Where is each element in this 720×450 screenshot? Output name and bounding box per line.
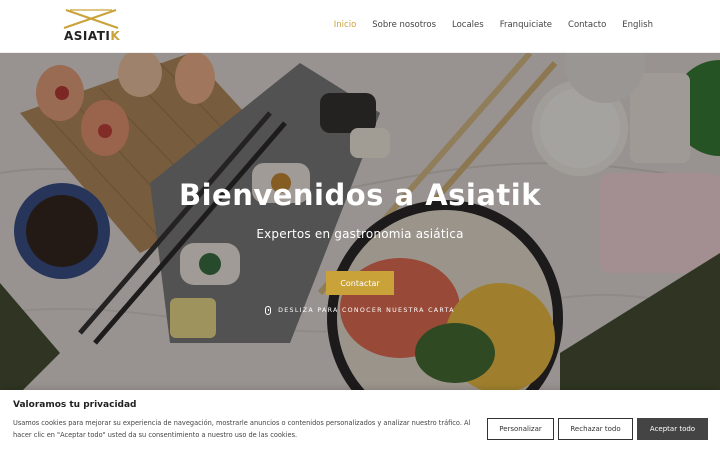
- logo-accent-letter: K: [110, 29, 121, 43]
- logo-text: ASIATIK: [64, 29, 120, 43]
- contactar-button[interactable]: Contactar: [326, 271, 394, 295]
- cookie-description: Usamos cookies para mejorar su experienc…: [13, 419, 471, 439]
- nav-franquiciate[interactable]: Franquiciate: [500, 20, 552, 30]
- nav-sobre-nosotros[interactable]: Sobre nosotros: [372, 20, 436, 30]
- hero-title: Bienvenidos a Asiatik: [178, 178, 542, 212]
- hero-section: Bienvenidos a Asiatik Expertos en gastro…: [0, 53, 720, 393]
- hero-subtitle: Expertos en gastronomia asiática: [256, 227, 464, 241]
- mouse-scroll-icon: [265, 306, 272, 315]
- main-nav: Inicio Sobre nosotros Locales Franquicia…: [334, 20, 653, 30]
- site-header: ASIATIK Inicio Sobre nosotros Locales Fr…: [0, 0, 720, 53]
- logo-name: ASIATI: [64, 29, 111, 43]
- scroll-hint-text: Desliza para conocer nuestra carta: [278, 307, 455, 314]
- scroll-hint[interactable]: Desliza para conocer nuestra carta: [0, 306, 720, 315]
- nav-contacto[interactable]: Contacto: [568, 20, 606, 30]
- reject-all-button[interactable]: Rechazar todo: [558, 418, 633, 440]
- hero-dark-overlay: [0, 53, 720, 393]
- cookie-consent-banner: Valoramos tu privacidad Usamos cookies p…: [0, 390, 720, 450]
- customize-cookies-button[interactable]: Personalizar: [487, 418, 554, 440]
- nav-english[interactable]: English: [622, 20, 653, 30]
- nav-locales[interactable]: Locales: [452, 20, 484, 30]
- asiatik-logo[interactable]: ASIATIK: [60, 8, 122, 44]
- cookie-title: Valoramos tu privacidad: [13, 400, 137, 410]
- chopsticks-logo-icon: [63, 9, 119, 29]
- accept-all-button[interactable]: Aceptar todo: [637, 418, 708, 440]
- nav-inicio[interactable]: Inicio: [334, 20, 357, 30]
